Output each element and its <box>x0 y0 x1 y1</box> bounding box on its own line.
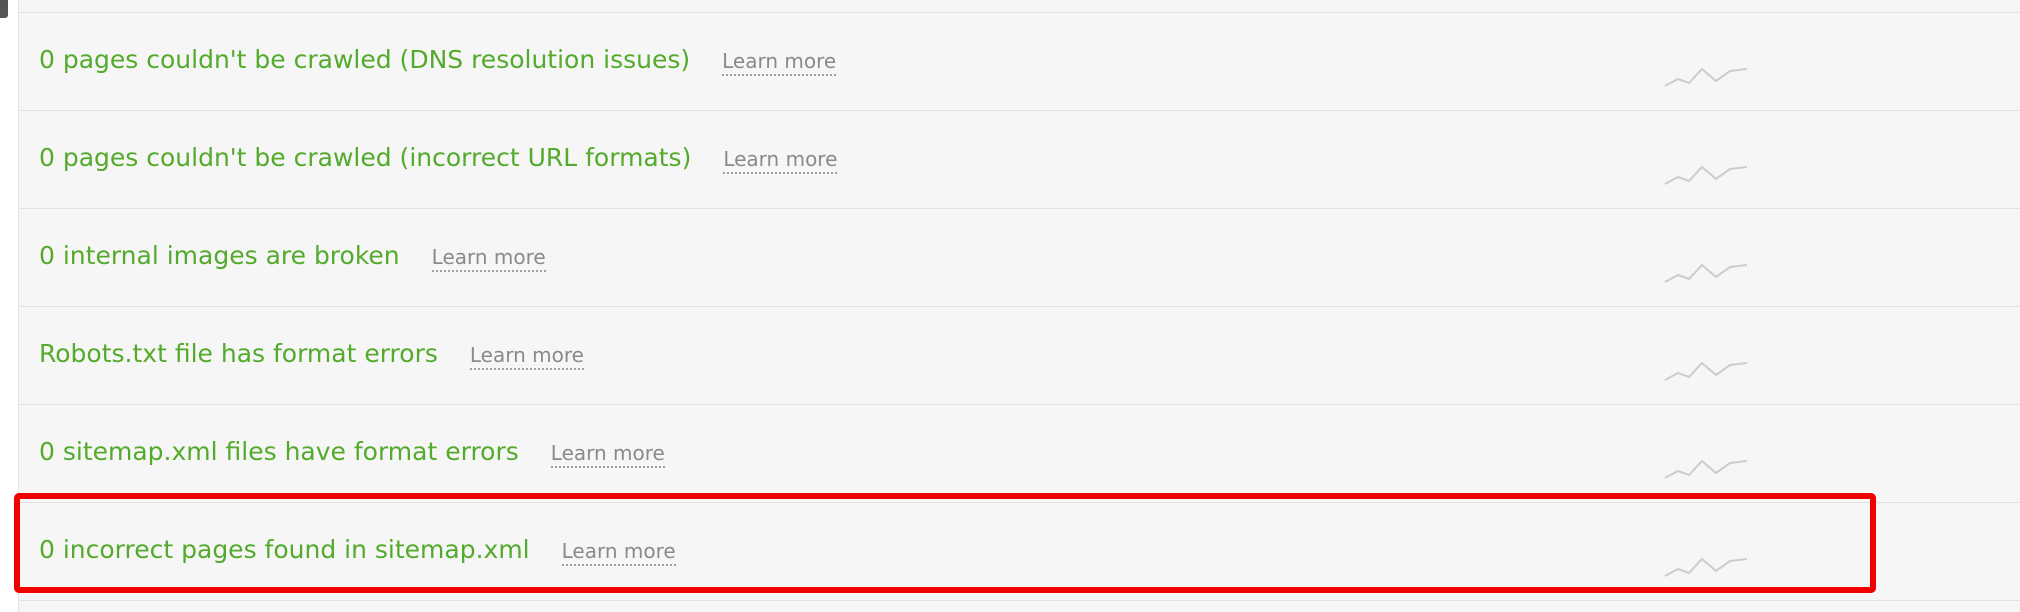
issue-title[interactable]: 0 incorrect pages found in sitemap.xml <box>39 535 530 564</box>
learn-more-link[interactable]: Learn more <box>723 147 838 174</box>
issue-row-content: 0 incorrect pages found in sitemap.xml L… <box>39 535 676 566</box>
sparkline-icon <box>1664 361 1748 381</box>
issue-row-robots-txt: Robots.txt file has format errors Learn … <box>19 307 2020 405</box>
sparkline-icon <box>1664 263 1748 283</box>
issue-title[interactable]: 0 sitemap.xml files have format errors <box>39 437 519 466</box>
issue-row-content: Robots.txt file has format errors Learn … <box>39 339 584 370</box>
learn-more-link[interactable]: Learn more <box>722 49 837 76</box>
issue-row-sitemap-format: 0 sitemap.xml files have format errors L… <box>19 405 2020 503</box>
issue-row-content: 0 pages couldn't be crawled (DNS resolut… <box>39 45 837 76</box>
sparkline-icon <box>1664 165 1748 185</box>
learn-more-link[interactable]: Learn more <box>431 245 546 272</box>
scrollbar-handle[interactable] <box>0 0 8 18</box>
issue-row-incorrect-url-formats: 0 pages couldn't be crawled (incorrect U… <box>19 111 2020 209</box>
issue-row-dns-resolution: 0 pages couldn't be crawled (DNS resolut… <box>19 13 2020 111</box>
page: 0 pages couldn't be crawled (DNS resolut… <box>0 0 2020 612</box>
sparkline-icon <box>1664 459 1748 479</box>
sparkline-icon <box>1664 67 1748 87</box>
issue-title[interactable]: Robots.txt file has format errors <box>39 339 438 368</box>
issue-row-broken-images: 0 internal images are broken Learn more <box>19 209 2020 307</box>
learn-more-link[interactable]: Learn more <box>550 441 665 468</box>
issue-title[interactable]: 0 pages couldn't be crawled (DNS resolut… <box>39 45 690 74</box>
issue-title[interactable]: 0 internal images are broken <box>39 241 400 270</box>
issues-list: 0 pages couldn't be crawled (DNS resolut… <box>19 0 2020 612</box>
issue-row-content: 0 sitemap.xml files have format errors L… <box>39 437 665 468</box>
issue-row-content: 0 internal images are broken Learn more <box>39 241 546 272</box>
learn-more-link[interactable]: Learn more <box>469 343 584 370</box>
issue-row-sitemap-incorrect-pages: 0 incorrect pages found in sitemap.xml L… <box>19 503 2020 601</box>
issue-title[interactable]: 0 pages couldn't be crawled (incorrect U… <box>39 143 691 172</box>
issue-row-content: 0 pages couldn't be crawled (incorrect U… <box>39 143 838 174</box>
sparkline-icon <box>1664 557 1748 577</box>
learn-more-link[interactable]: Learn more <box>561 539 676 566</box>
